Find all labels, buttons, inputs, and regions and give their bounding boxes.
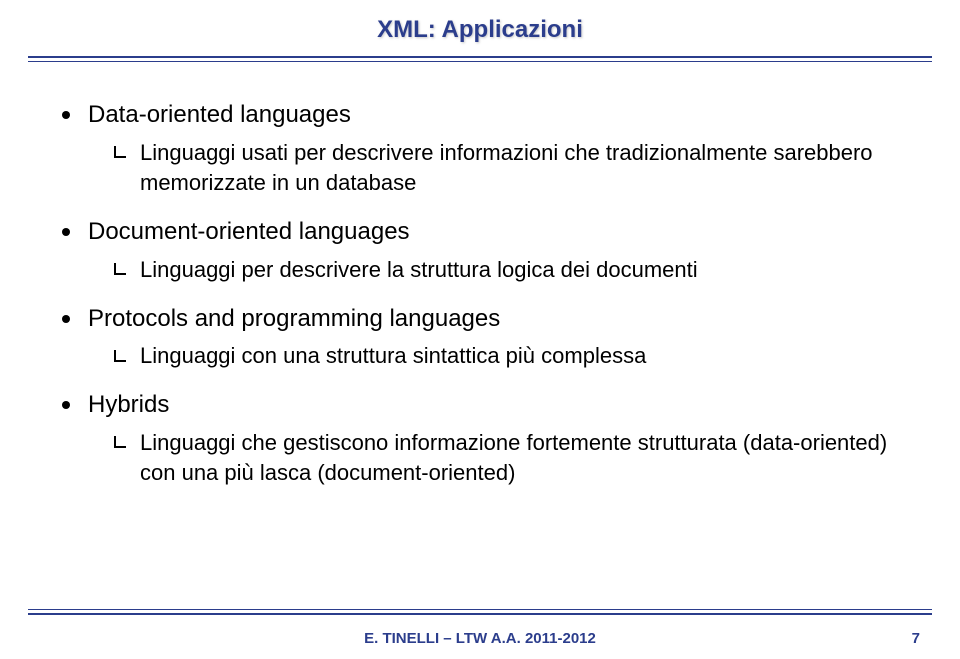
- list-subitem-text: Linguaggi usati per descrivere informazi…: [140, 140, 873, 196]
- slide-title: XML: Applicazioni: [0, 0, 960, 44]
- footer: E. TINELLI – LTW A.A. 2011-2012 7: [0, 630, 960, 647]
- list-item-label: Data-oriented languages: [88, 101, 351, 128]
- list-subitem-text: Linguaggi per descrivere la struttura lo…: [140, 257, 698, 282]
- list-item-label: Protocols and programming languages: [88, 305, 500, 332]
- footer-text: E. TINELLI – LTW A.A. 2011-2012: [364, 630, 596, 647]
- content-area: Data-oriented languages Linguaggi usati …: [0, 62, 960, 489]
- page-number: 7: [912, 630, 920, 647]
- list-subitem-text: Linguaggi che gestiscono informazione fo…: [140, 430, 887, 486]
- slide: XML: Applicazioni Data-oriented language…: [0, 0, 960, 659]
- list-item-label: Document-oriented languages: [88, 218, 410, 245]
- list-subitem: Linguaggi che gestiscono informazione fo…: [114, 428, 898, 490]
- list-item: Document-oriented languages Linguaggi pe…: [62, 215, 898, 285]
- list-subitem: Linguaggi per descrivere la struttura lo…: [114, 255, 898, 286]
- list-item: Hybrids Linguaggi che gestiscono informa…: [62, 388, 898, 489]
- list-subitem: Linguaggi con una struttura sintattica p…: [114, 341, 898, 372]
- list-item: Data-oriented languages Linguaggi usati …: [62, 98, 898, 199]
- list-subitem-text: Linguaggi con una struttura sintattica p…: [140, 343, 646, 368]
- list-subitem: Linguaggi usati per descrivere informazi…: [114, 138, 898, 200]
- list-item-label: Hybrids: [88, 391, 169, 418]
- list-item: Protocols and programming languages Ling…: [62, 302, 898, 372]
- footer-divider: [28, 609, 932, 615]
